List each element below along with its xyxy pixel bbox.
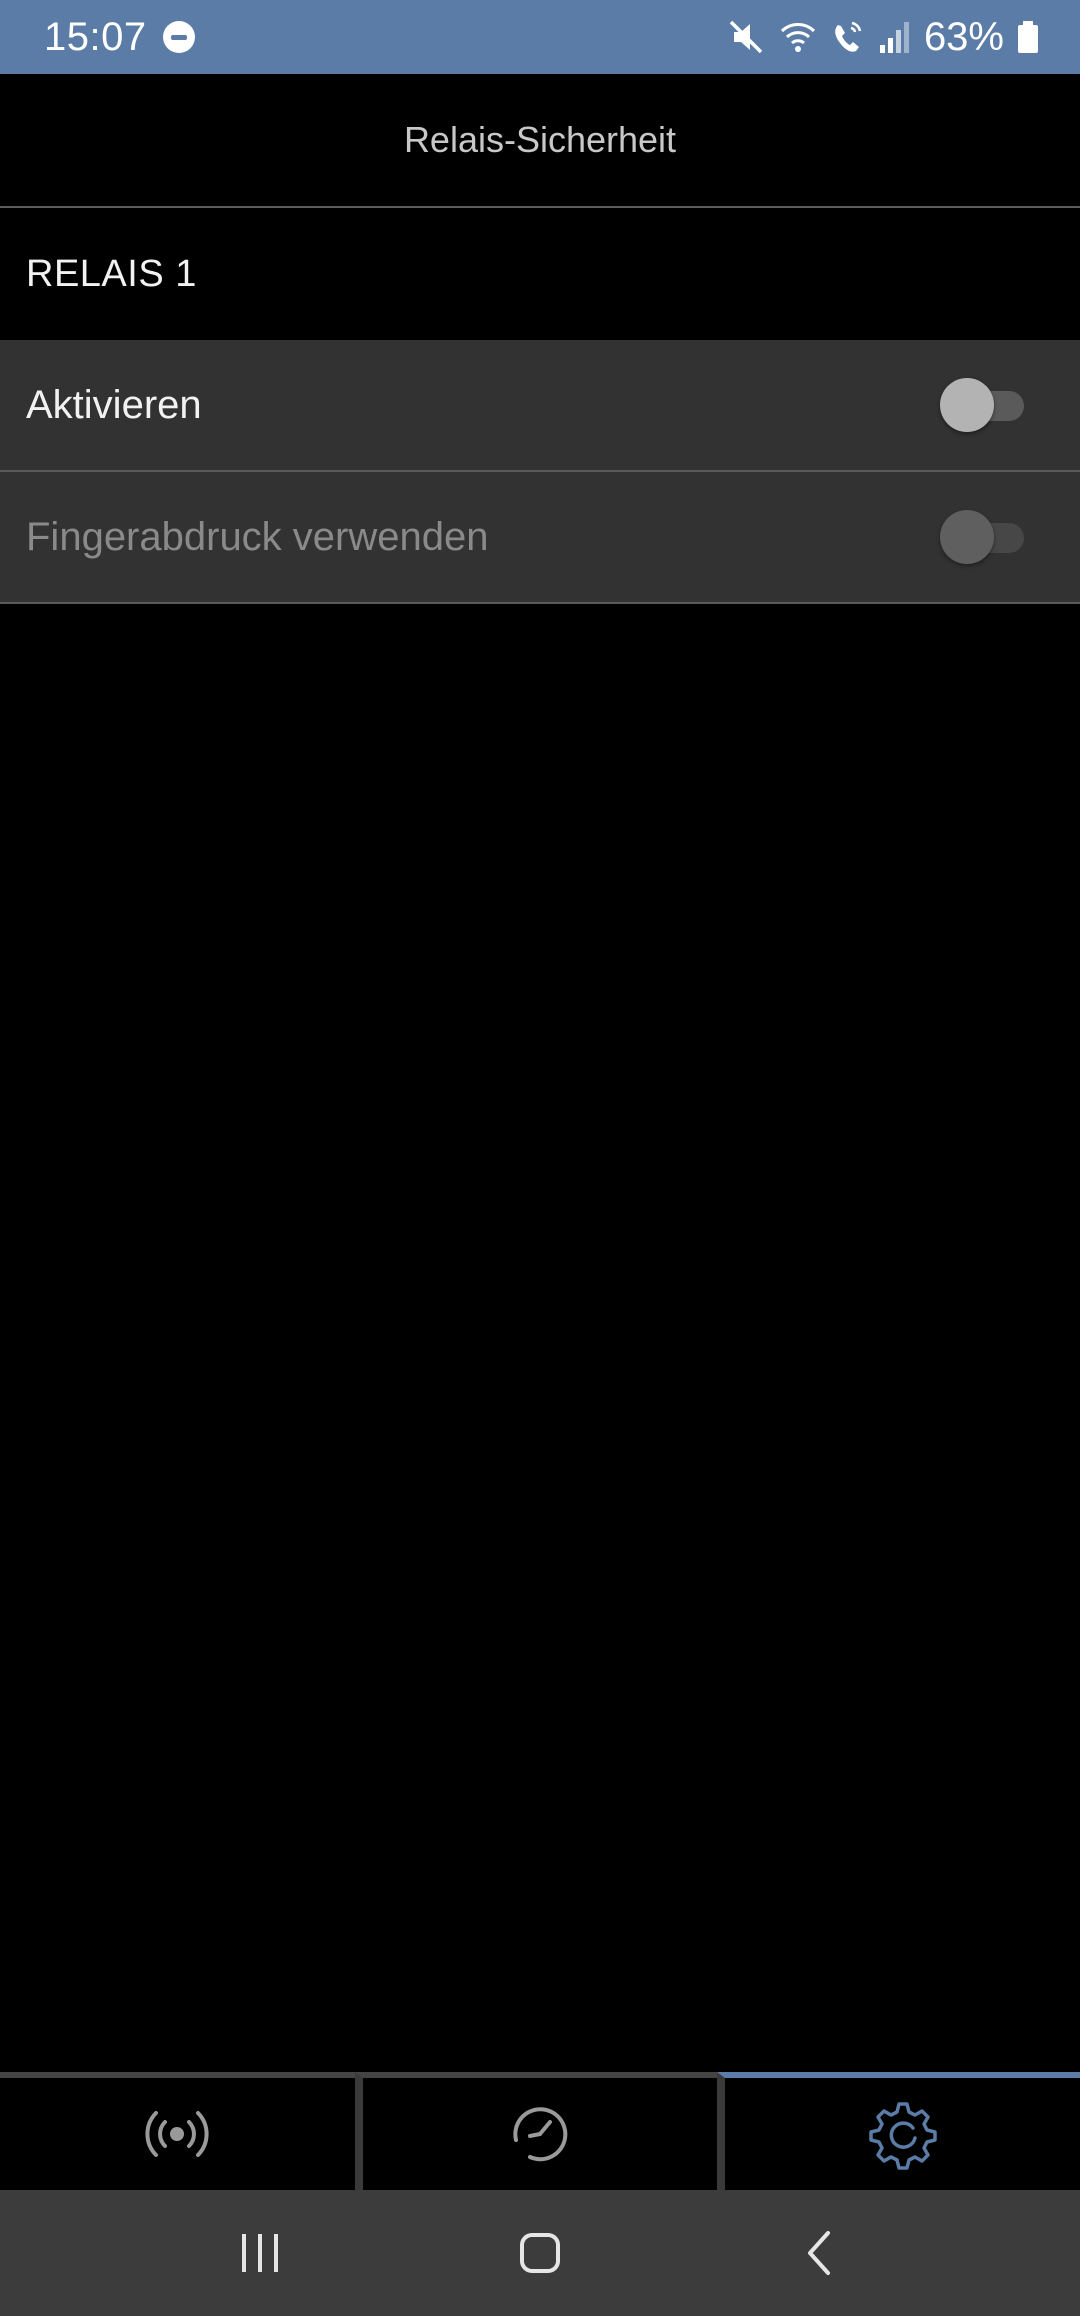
status-left: 15:07 <box>44 15 195 60</box>
recent-apps-button[interactable] <box>200 2213 320 2293</box>
setting-row-fingerprint: Fingerabdruck verwenden <box>0 472 1080 604</box>
activate-toggle[interactable] <box>940 378 1028 432</box>
broadcast-icon <box>145 2111 209 2157</box>
home-icon <box>520 2233 560 2273</box>
back-button[interactable] <box>760 2213 880 2293</box>
tab-clock[interactable] <box>354 2072 718 2190</box>
status-bar: 15:07 63% <box>0 0 1080 74</box>
settings-gear-icon <box>868 2102 937 2170</box>
back-icon <box>808 2231 830 2275</box>
toggle-thumb <box>940 510 994 564</box>
tab-broadcast[interactable] <box>0 2072 355 2190</box>
page-title: Relais-Sicherheit <box>403 119 677 160</box>
status-time: 15:07 <box>44 14 147 59</box>
clock-icon <box>513 2107 568 2162</box>
recent-apps-icon <box>242 2234 278 2272</box>
wifi-call-icon <box>835 21 862 52</box>
activate-label: Aktivieren <box>26 382 202 427</box>
section-header: RELAIS 1 <box>0 208 1080 340</box>
battery-percent: 63% <box>923 14 1004 59</box>
system-navigation-bar <box>0 2190 1080 2316</box>
do-not-disturb-icon <box>162 21 195 53</box>
tab-settings[interactable] <box>717 2072 1080 2190</box>
section-label: RELAIS 1 <box>26 252 197 295</box>
fingerprint-label: Fingerabdruck verwenden <box>26 514 489 559</box>
setting-row-activate[interactable]: Aktivieren <box>0 340 1080 472</box>
mute-icon <box>729 20 763 54</box>
signal-icon <box>879 22 909 53</box>
app-screen: 15:07 63% Relais-Sicherheit RELAIS 1 Akt… <box>0 0 1080 2316</box>
wifi-icon <box>780 23 815 52</box>
fingerprint-toggle <box>940 510 1028 564</box>
battery-icon <box>1018 21 1038 53</box>
bottom-tab-bar <box>0 2072 1080 2190</box>
app-header: Relais-Sicherheit <box>0 74 1080 208</box>
toggle-thumb <box>940 378 994 432</box>
status-right: 63% <box>726 15 1040 60</box>
home-button[interactable] <box>480 2213 600 2293</box>
